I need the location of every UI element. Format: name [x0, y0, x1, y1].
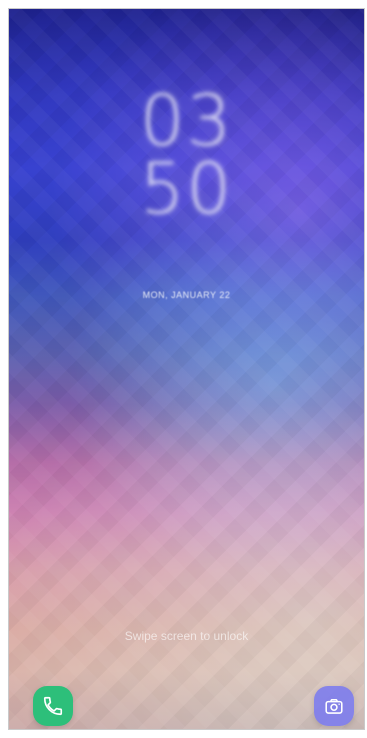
camera-shortcut-button[interactable] — [314, 686, 354, 726]
clock: 03 50 — [9, 80, 364, 230]
lockscreen[interactable]: 03 50 MON, JANUARY 22 Swipe screen to un… — [8, 8, 365, 730]
phone-icon — [42, 695, 64, 717]
phone-shortcut-button[interactable] — [33, 686, 73, 726]
clock-hour: 03 — [139, 80, 234, 162]
clock-minute: 50 — [139, 148, 234, 230]
swipe-to-unlock-hint: Swipe screen to unlock — [124, 629, 249, 643]
lockscreen-date: MON, JANUARY 22 — [142, 290, 231, 300]
camera-icon — [323, 695, 345, 717]
